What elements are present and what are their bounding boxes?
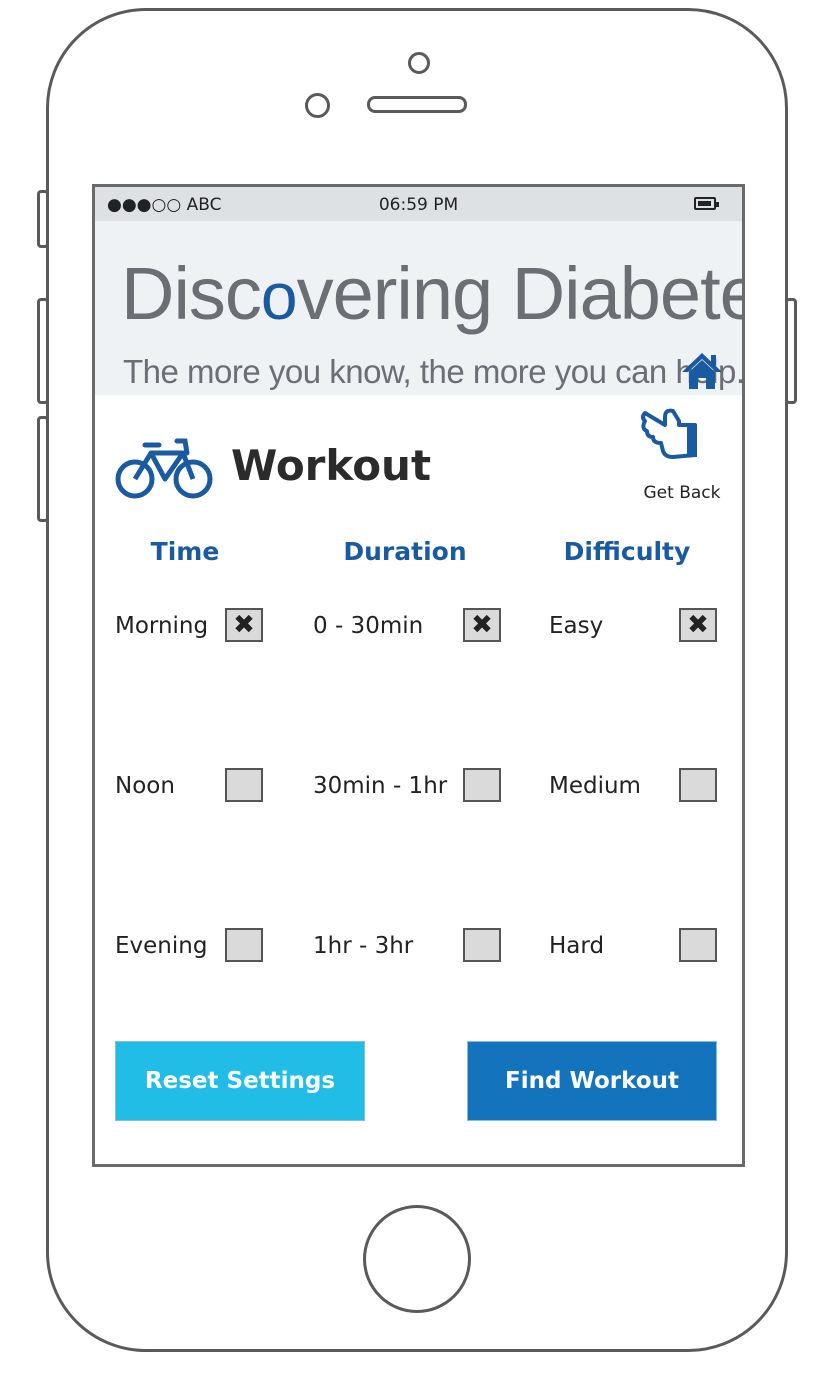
option-label-1hr-3hr: 1hr - 3hr [313, 933, 414, 959]
checkbox-hard[interactable] [679, 928, 717, 962]
column-header-difficulty: Difficulty [563, 537, 691, 566]
app-tagline: The more you know, the more you can help… [123, 353, 745, 390]
option-label-noon: Noon [115, 773, 175, 799]
app-banner: Discovering Diabetes The more you know, … [95, 221, 742, 395]
page-title: Workout [231, 441, 432, 490]
reset-settings-button[interactable]: Reset Settings [115, 1041, 365, 1121]
home-button[interactable] [363, 1205, 471, 1313]
checkbox-noon[interactable] [225, 768, 263, 802]
bicycle-icon [115, 438, 213, 499]
checkbox-easy[interactable]: ✖ [679, 608, 717, 642]
battery-icon [694, 197, 719, 210]
status-time: 06:59 PM [378, 195, 459, 215]
option-label-0-30min: 0 - 30min [313, 613, 424, 639]
checkmark-icon: ✖ [687, 610, 709, 640]
column-header-duration: Duration [343, 537, 467, 566]
checkbox-morning[interactable]: ✖ [225, 608, 263, 642]
camera-dot [408, 52, 430, 74]
page-header: Workout Get Back [95, 395, 742, 505]
checkbox-medium[interactable] [679, 768, 717, 802]
sensor-dot [305, 93, 330, 118]
checkbox-0-30min[interactable]: ✖ [463, 608, 501, 642]
app-title-highlight: o [260, 259, 298, 333]
app-title-part: vering Diabetes [296, 252, 742, 335]
screen: ●●●○○ ABC 06:59 PM Discovering Diabetes … [92, 184, 745, 1167]
option-label-30min-1hr: 30min - 1hr [313, 773, 448, 799]
home-icon[interactable] [680, 351, 724, 391]
checkbox-evening[interactable] [225, 928, 263, 962]
volume-up-button [37, 298, 49, 404]
power-button [785, 298, 797, 404]
option-label-easy: Easy [549, 613, 604, 639]
get-back-label: Get Back [643, 483, 721, 503]
ringer-switch [37, 190, 49, 248]
checkmark-icon: ✖ [233, 610, 255, 640]
checkbox-30min-1hr[interactable] [463, 768, 501, 802]
option-label-evening: Evening [115, 933, 208, 959]
pointing-hand-icon [641, 408, 697, 459]
find-workout-button[interactable]: Find Workout [467, 1041, 717, 1121]
get-back-button[interactable]: Get Back [627, 407, 737, 503]
app-title: Discovering Diabetes [121, 257, 742, 333]
checkbox-1hr-3hr[interactable] [463, 928, 501, 962]
column-header-time: Time [150, 537, 220, 566]
option-label-hard: Hard [549, 933, 605, 959]
app-title-part: Disc [121, 252, 262, 335]
option-label-morning: Morning [115, 613, 209, 639]
speaker-grille [367, 96, 467, 113]
status-bar: ●●●○○ ABC 06:59 PM [95, 187, 742, 221]
checkmark-icon: ✖ [471, 610, 493, 640]
option-label-medium: Medium [549, 773, 641, 799]
volume-down-button [37, 416, 49, 522]
